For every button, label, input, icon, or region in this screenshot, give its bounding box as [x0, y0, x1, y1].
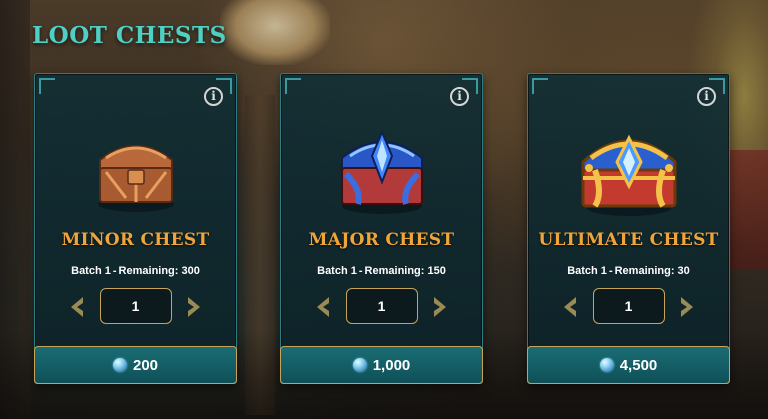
quantity-input[interactable]: 1 [345, 288, 418, 324]
chest-name: MINOR CHEST [61, 230, 210, 250]
batch-info: Batch 1- Remaining: 150 [317, 265, 446, 277]
chest-name: MAJOR CHEST [308, 230, 455, 250]
price-label: 1,000 [372, 356, 411, 374]
remaining-label: Remaining: 30 [614, 265, 690, 277]
batch-label: Batch 1 [71, 265, 111, 277]
chevron-right-icon[interactable] [428, 295, 450, 319]
background-basket [220, 0, 330, 65]
price-label: 4,500 [619, 356, 658, 374]
gem-currency-icon [352, 358, 367, 372]
background-shelf [245, 95, 275, 415]
chevron-right-icon[interactable] [182, 295, 204, 319]
quantity-stepper: 1 [528, 288, 729, 326]
remaining-label: Remaining: 150 [364, 265, 446, 277]
minor-chest-icon [97, 145, 174, 212]
gem-currency-icon [599, 358, 614, 372]
buy-button[interactable]: 4,500 [527, 346, 730, 384]
chevron-right-icon[interactable] [675, 295, 697, 319]
chest-card-minor: i MINOR CHEST Batch 1- Remaining: 300 1 2… [34, 73, 237, 384]
remaining-label: Remaining: 300 [118, 265, 200, 277]
chest-name: ULTIMATE CHEST [538, 230, 719, 250]
page-title: LOOT CHESTS [32, 22, 227, 49]
price-label: 200 [132, 356, 159, 374]
info-icon[interactable]: i [697, 87, 716, 106]
background-table [730, 150, 768, 270]
background-pole [0, 0, 30, 419]
buy-button[interactable]: 1,000 [280, 346, 483, 384]
major-chest-icon [340, 129, 423, 214]
chevron-left-icon[interactable] [67, 295, 89, 319]
batch-info: Batch 1- Remaining: 300 [71, 265, 200, 277]
info-icon[interactable]: i [450, 87, 469, 106]
gem-currency-icon [112, 358, 127, 372]
chevron-left-icon[interactable] [313, 295, 335, 319]
chevron-left-icon[interactable] [560, 295, 582, 319]
batch-label: Batch 1 [567, 265, 607, 277]
buy-button[interactable]: 200 [34, 346, 237, 384]
quantity-input[interactable]: 1 [592, 288, 665, 324]
chest-card-ultimate: i ULTIMATE CHEST Batch 1- Remaining: 30 1… [527, 73, 730, 384]
info-icon[interactable]: i [204, 87, 223, 106]
ultimate-chest-icon [581, 134, 676, 216]
chest-card-major: i MAJOR CHEST Batch 1- Remaining: 150 1 1… [280, 73, 483, 384]
quantity-stepper: 1 [35, 288, 236, 326]
quantity-stepper: 1 [281, 288, 482, 326]
batch-info: Batch 1- Remaining: 30 [567, 265, 690, 277]
quantity-input[interactable]: 1 [99, 288, 172, 324]
batch-label: Batch 1 [317, 265, 357, 277]
